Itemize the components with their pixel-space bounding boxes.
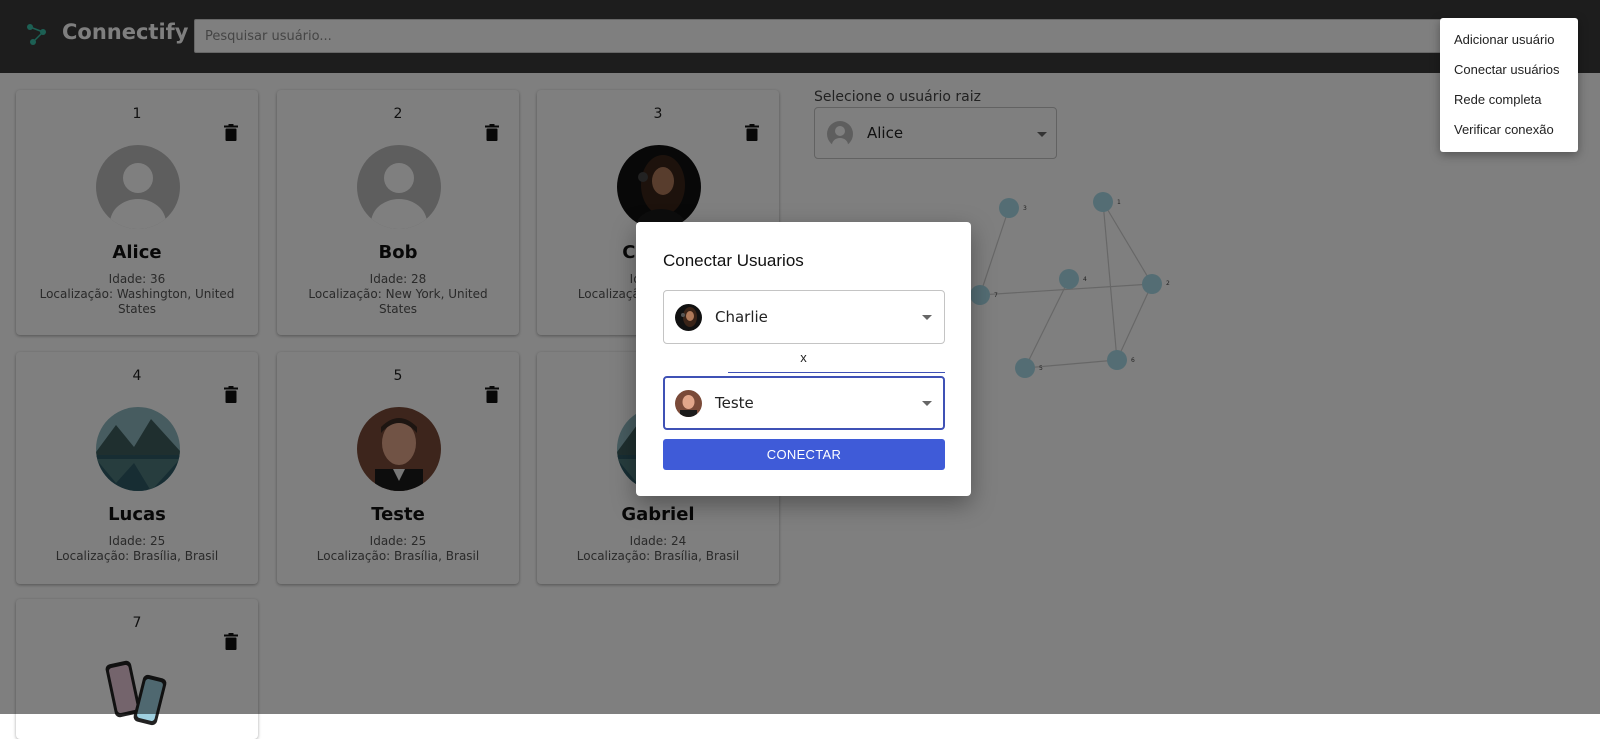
menu-item-full-network[interactable]: Rede completa	[1440, 85, 1578, 115]
user-a-value: Charlie	[715, 308, 768, 326]
chevron-down-icon	[922, 315, 932, 320]
connect-button[interactable]: CONECTAR	[663, 439, 945, 470]
avatar-photo-woman	[675, 304, 702, 331]
user-b-select[interactable]: Teste	[663, 376, 945, 430]
separator-x: x	[800, 350, 807, 365]
divider	[728, 372, 945, 373]
chevron-down-icon	[922, 401, 932, 406]
connect-users-dialog: Conectar Usuarios Charlie x Teste CONECT…	[636, 222, 971, 496]
avatar-photo-man	[675, 390, 702, 417]
menu-item-connect-users[interactable]: Conectar usuários	[1440, 55, 1578, 85]
menu-item-check-connection[interactable]: Verificar conexão	[1440, 115, 1578, 145]
dialog-title: Conectar Usuarios	[663, 251, 804, 270]
user-b-value: Teste	[715, 394, 754, 412]
menu-item-add-user[interactable]: Adicionar usuário	[1440, 25, 1578, 55]
actions-menu: Adicionar usuário Conectar usuários Rede…	[1440, 18, 1578, 152]
user-a-select[interactable]: Charlie	[663, 290, 945, 344]
